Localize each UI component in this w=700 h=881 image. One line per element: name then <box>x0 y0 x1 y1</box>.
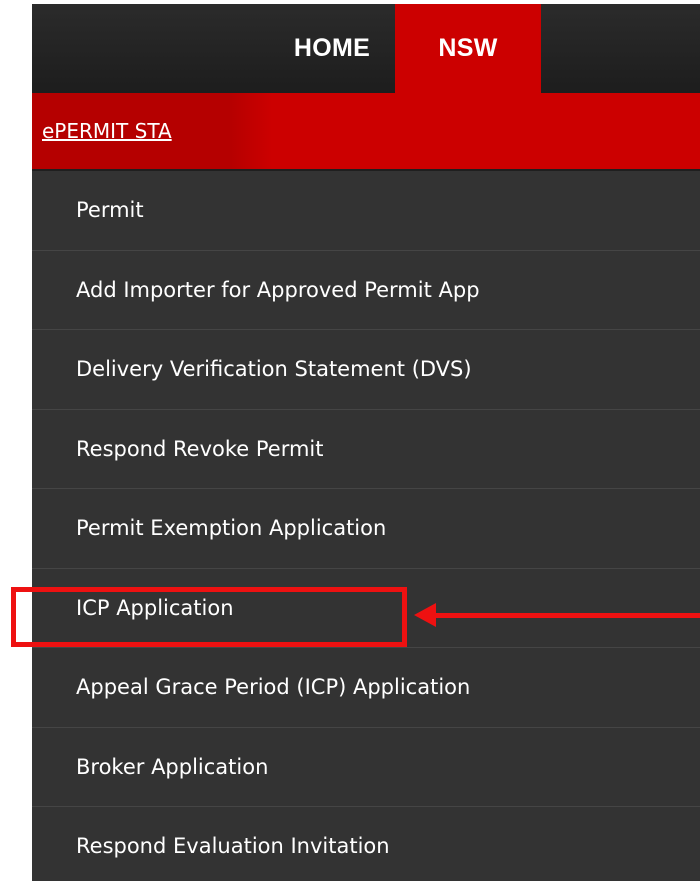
menu-item-respond-evaluation[interactable]: Respond Evaluation Invitation <box>32 807 700 881</box>
sub-nav-item-epermit-sta[interactable]: ePERMIT STA <box>32 93 272 169</box>
menu-item-label: Delivery Verification Statement (DVS) <box>76 357 472 382</box>
app-window: HOME NSW ePERMIT STA Permit Add Importer… <box>0 0 700 881</box>
menu-item-label: Appeal Grace Period (ICP) Application <box>76 675 471 700</box>
tab-home[interactable]: HOME <box>262 4 402 93</box>
menu-item-dvs[interactable]: Delivery Verification Statement (DVS) <box>32 330 700 410</box>
menu-item-label: Broker Application <box>76 754 269 779</box>
menu-item-label: Permit Exemption Application <box>76 516 387 541</box>
menu-item-label: Respond Evaluation Invitation <box>76 834 390 859</box>
menu-item-add-importer[interactable]: Add Importer for Approved Permit App <box>32 251 700 330</box>
menu-item-respond-revoke-permit[interactable]: Respond Revoke Permit <box>32 410 700 489</box>
annotation-arrow-line <box>432 613 700 618</box>
menu-item-label: Respond Revoke Permit <box>76 436 324 461</box>
menu-item-label: Permit <box>76 198 144 223</box>
menu-item-label: Add Importer for Approved Permit App <box>76 277 480 302</box>
menu-item-icp-application[interactable]: ICP Application <box>32 569 700 648</box>
top-nav-bar: HOME NSW <box>32 4 700 93</box>
epermit-sta-link[interactable]: ePERMIT STA <box>42 119 172 143</box>
menu-item-permit[interactable]: Permit <box>32 171 700 251</box>
menu-item-broker-application[interactable]: Broker Application <box>32 728 700 807</box>
sub-nav-bar: ePERMIT STA <box>32 93 700 169</box>
menu-item-permit-exemption[interactable]: Permit Exemption Application <box>32 489 700 569</box>
tab-nsw[interactable]: NSW <box>395 4 541 93</box>
menu-item-label: ICP Application <box>76 595 234 620</box>
menu-item-appeal-grace-period[interactable]: Appeal Grace Period (ICP) Application <box>32 648 700 728</box>
dropdown-menu: Permit Add Importer for Approved Permit … <box>32 169 700 881</box>
